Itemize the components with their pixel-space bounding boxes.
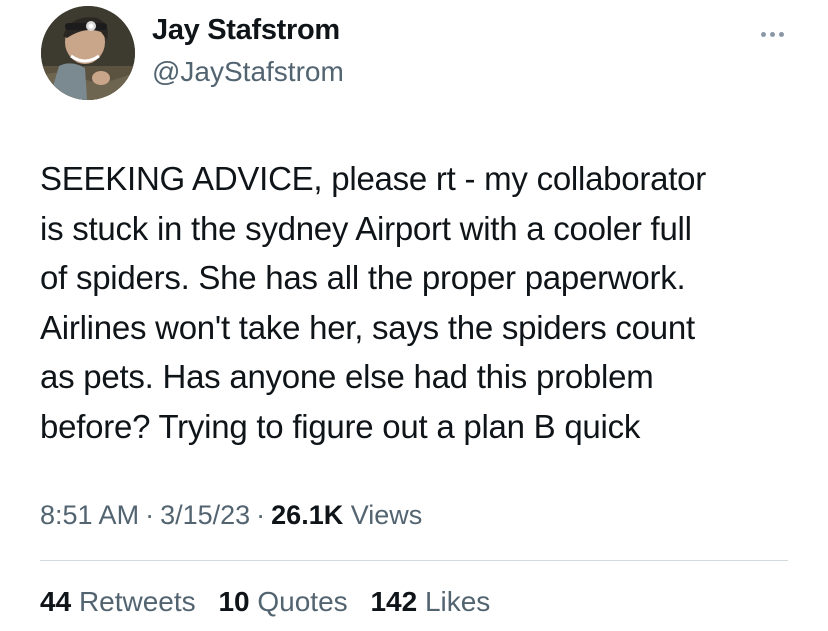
views-stat[interactable]: 26.1K Views	[271, 500, 422, 530]
divider	[40, 560, 788, 561]
separator: ·	[145, 500, 155, 530]
more-options-button[interactable]	[754, 22, 790, 46]
tweet-text: SEEKING ADVICE, please rt - my collabora…	[40, 160, 706, 445]
profile-photo-icon	[41, 6, 135, 100]
quotes-count: 10	[218, 586, 250, 617]
retweets-count: 44	[40, 586, 72, 617]
likes-label: Likes	[424, 586, 491, 617]
quotes-stat[interactable]: 10 Quotes	[218, 586, 347, 617]
quotes-label: Quotes	[257, 586, 348, 617]
avatar[interactable]	[41, 6, 135, 100]
author-handle[interactable]: @JayStafstrom	[152, 56, 344, 88]
tweet-meta: 8:51 AM · 3/15/23 · 26.1K Views	[40, 500, 422, 531]
separator: ·	[256, 500, 266, 530]
likes-stat[interactable]: 142 Likes	[370, 586, 490, 617]
retweets-label: Retweets	[78, 586, 196, 617]
retweets-stat[interactable]: 44 Retweets	[40, 586, 196, 617]
engagement-stats: 44 Retweets 10 Quotes 142 Likes	[40, 586, 505, 618]
author-name[interactable]: Jay Stafstrom	[152, 14, 340, 47]
views-count: 26.1K	[271, 500, 344, 530]
tweet-time[interactable]: 8:51 AM	[40, 500, 139, 530]
views-label: Views	[350, 500, 423, 530]
likes-count: 142	[370, 586, 418, 617]
ellipsis-icon	[760, 31, 784, 37]
tweet-date[interactable]: 3/15/23	[160, 500, 250, 530]
